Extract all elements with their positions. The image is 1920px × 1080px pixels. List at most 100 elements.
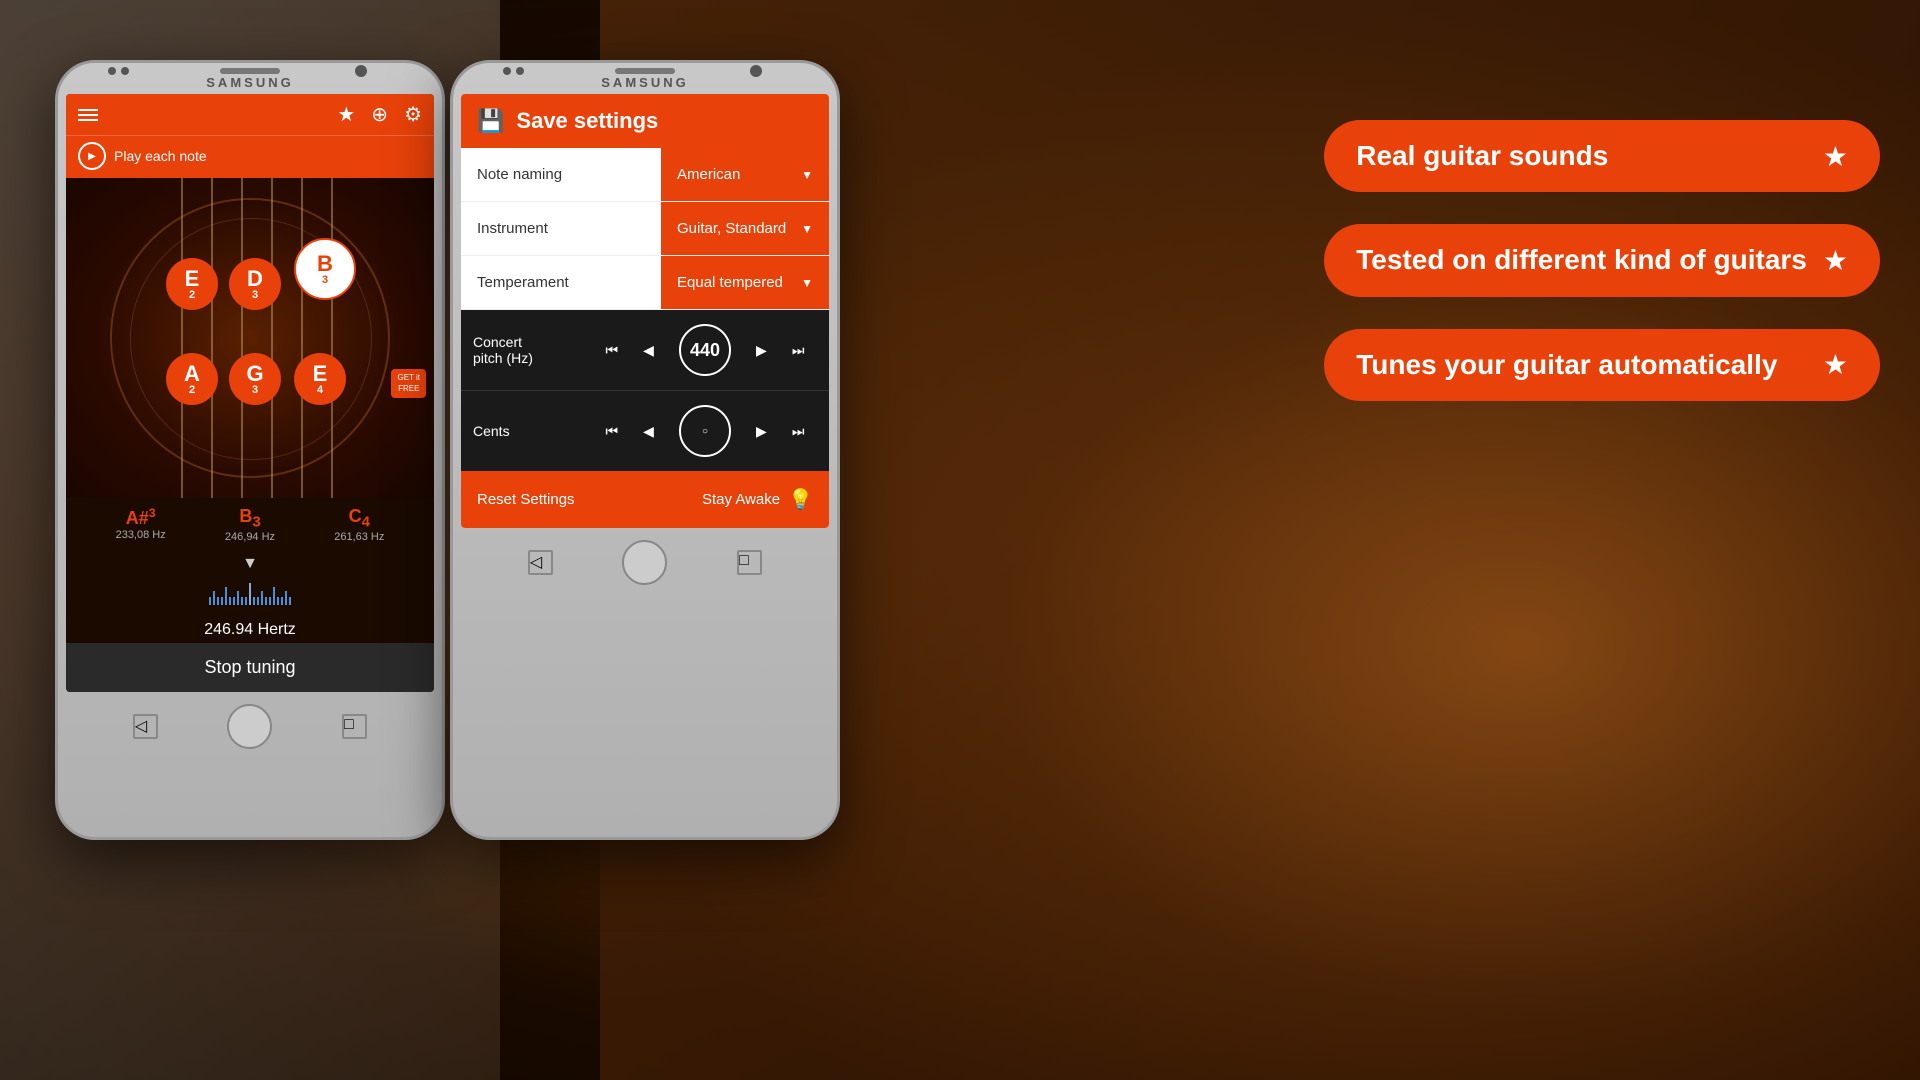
tick: [217, 597, 219, 605]
feature-3-star: ★: [1823, 348, 1848, 381]
string-3: [241, 178, 243, 498]
pitch-back[interactable]: ◀: [643, 342, 654, 359]
note-b3-active[interactable]: B3: [294, 238, 356, 300]
stop-tuning-button[interactable]: Stop tuning: [66, 643, 434, 692]
phone2-menu-button[interactable]: □: [737, 550, 762, 575]
back-button[interactable]: ◁: [133, 714, 158, 739]
phone-2-dot-1: [503, 67, 511, 75]
save-icon: 💾: [477, 108, 504, 134]
instrument-value[interactable]: Guitar, Standard ▼: [661, 202, 829, 255]
string-5: [301, 178, 303, 498]
phone2-home-button[interactable]: [622, 540, 667, 585]
feature-cards-container: Real guitar sounds ★ Tested on different…: [1324, 120, 1880, 401]
favorite-icon[interactable]: ★: [337, 102, 355, 127]
phone-2-camera: [750, 65, 762, 77]
tick: [245, 597, 247, 605]
guitar-strings: [66, 178, 434, 498]
note-a2[interactable]: A2: [166, 353, 218, 405]
screen-2-content: 💾 Save settings Note naming American ▼ I…: [461, 94, 829, 528]
add-icon[interactable]: ⊕: [371, 102, 388, 127]
pitch-controls: ⏮ ◀ 440 ▶ ⏭: [593, 324, 817, 376]
note-naming-row: Note naming American ▼: [461, 148, 829, 202]
string-2: [211, 178, 213, 498]
feature-3-text: Tunes your guitar automatically: [1356, 347, 1807, 383]
temperament-arrow: ▼: [801, 276, 813, 290]
tick-center: [249, 583, 251, 605]
tick: [273, 587, 275, 605]
phone-1-speaker: [220, 68, 280, 74]
note-freq-c4: 261,63 Hz: [334, 531, 384, 543]
home-button[interactable]: [227, 704, 272, 749]
phone-1-bottom: ◁ □: [58, 692, 442, 761]
note-d3[interactable]: D3: [229, 258, 281, 310]
tuner-bar: ▼: [66, 551, 434, 617]
feature-card-3: Tunes your guitar automatically ★: [1324, 329, 1880, 401]
phone-2-screen: 💾 Save settings Note naming American ▼ I…: [461, 94, 829, 528]
tick: [269, 597, 271, 605]
note-e4[interactable]: E4: [294, 353, 346, 405]
phone-2-speaker: [615, 68, 675, 74]
hamburger-menu[interactable]: [78, 109, 98, 121]
tick: [289, 597, 291, 605]
menu-button[interactable]: □: [342, 714, 367, 739]
concert-pitch-row: Concertpitch (Hz) ⏮ ◀ 440 ▶ ⏭: [461, 310, 829, 391]
feature-card-2: Tested on different kind of guitars ★: [1324, 224, 1880, 296]
cents-label: Cents: [473, 423, 593, 439]
phone-1-brand: SAMSUNG: [58, 75, 442, 94]
phone-1-dots: [108, 67, 129, 75]
string-6: [331, 178, 333, 498]
reset-settings-button[interactable]: Reset Settings: [477, 491, 575, 508]
note-name-b3: B3: [225, 506, 275, 531]
pitch-skip-back[interactable]: ⏮: [606, 342, 619, 359]
cents-controls: ⏮ ◀ ○ ▶ ⏭: [593, 405, 817, 457]
note-name-asharp3: A#3: [116, 506, 166, 529]
notes-display: A#3 233,08 Hz B3 246,94 Hz C4 261,63 Hz: [66, 498, 434, 551]
play-label: Play each note: [114, 148, 207, 164]
tick: [237, 591, 239, 605]
play-bar: ▶ Play each note: [66, 135, 434, 178]
guitar-tuner-area: E2 D3 B3 A2 G3 E4: [66, 178, 434, 498]
cents-skip-forward[interactable]: ⏭: [792, 423, 805, 440]
note-e2[interactable]: E2: [166, 258, 218, 310]
cents-skip-back[interactable]: ⏮: [606, 423, 619, 440]
feature-1-star: ★: [1823, 140, 1848, 173]
instrument-text: Guitar, Standard: [677, 220, 786, 237]
phone-2-brand: SAMSUNG: [453, 75, 837, 94]
temperament-label: Temperament: [461, 256, 661, 309]
tick: [265, 597, 267, 605]
note-g3[interactable]: G3: [229, 353, 281, 405]
feature-2-text: Tested on different kind of guitars: [1356, 242, 1807, 278]
note-naming-text: American: [677, 166, 740, 183]
play-button[interactable]: ▶: [78, 142, 106, 170]
tick: [281, 597, 283, 605]
note-naming-value[interactable]: American ▼: [661, 148, 829, 201]
tick: [257, 597, 259, 605]
save-settings-title: Save settings: [516, 108, 658, 134]
phone-2: SAMSUNG 💾 Save settings Note naming Amer…: [450, 60, 840, 840]
tick: [213, 591, 215, 605]
cents-forward[interactable]: ▶: [756, 423, 767, 440]
cents-value: ○: [702, 426, 708, 437]
phone2-back-button[interactable]: ◁: [528, 550, 553, 575]
tick: [209, 597, 211, 605]
pitch-skip-forward[interactable]: ⏭: [792, 342, 805, 359]
pitch-value-circle: 440: [679, 324, 731, 376]
string-4: [271, 178, 273, 498]
pitch-forward[interactable]: ▶: [756, 342, 767, 359]
temperament-value[interactable]: Equal tempered ▼: [661, 256, 829, 309]
phone-1-screen: ★ ⊕ ⚙ ▶ Play each note: [66, 94, 434, 692]
tick: [229, 597, 231, 605]
phone-1: SAMSUNG ★ ⊕ ⚙ ▶ Play each note: [55, 60, 445, 840]
note-naming-label: Note naming: [461, 148, 661, 201]
settings-icon[interactable]: ⚙: [404, 102, 422, 127]
instrument-arrow: ▼: [801, 222, 813, 236]
tick: [285, 591, 287, 605]
tick: [241, 597, 243, 605]
cents-back[interactable]: ◀: [643, 423, 654, 440]
temperament-row: Temperament Equal tempered ▼: [461, 256, 829, 310]
get-free-badge[interactable]: GET itFREE: [391, 369, 426, 398]
stay-awake-toggle[interactable]: Stay Awake 💡: [702, 487, 813, 512]
screen-1-header: ★ ⊕ ⚙: [66, 94, 434, 135]
cents-value-circle: ○: [679, 405, 731, 457]
instrument-label: Instrument: [461, 202, 661, 255]
